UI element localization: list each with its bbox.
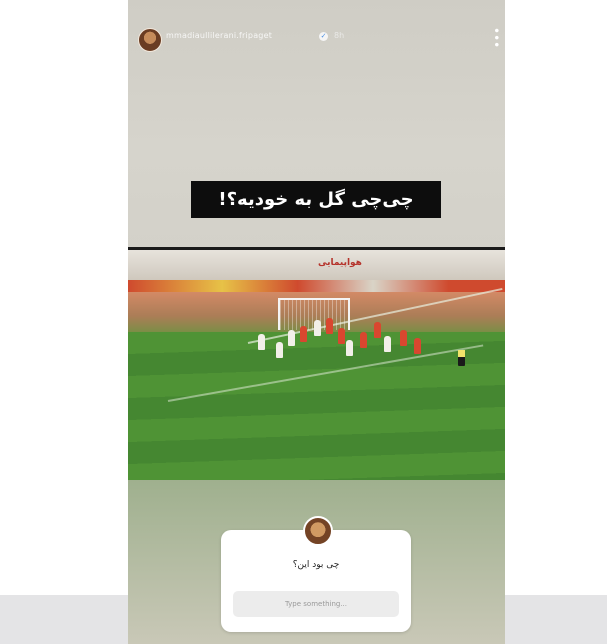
question-text: چی بود این؟ [292,560,340,570]
player [360,332,367,348]
referee [458,350,465,366]
stadium-banner-text: هواپیمایی [318,258,362,268]
story-timestamp: 8h [334,31,345,40]
player [338,328,345,344]
question-avatar [303,516,333,546]
story-header: mmadiaullilerani.fripaget ✓ 8h ••• [128,0,505,70]
player [384,336,391,352]
story-caption: چی‌چی گل به خودیه؟! [191,181,441,218]
player [276,342,283,358]
story-viewer[interactable]: mmadiaullilerani.fripaget ✓ 8h ••• چی‌چی… [128,0,505,644]
profile-avatar[interactable] [138,28,162,52]
player [346,340,353,356]
player [288,330,295,346]
advertising-boards [128,280,505,292]
more-options-icon[interactable]: ••• [488,27,503,48]
player [400,330,407,346]
answer-input[interactable]: Type something... [233,591,399,617]
verified-badge-icon: ✓ [319,32,328,41]
player [300,326,307,342]
player [326,318,333,334]
football-video[interactable]: هواپیمایی [128,247,505,483]
pitch [128,332,505,483]
username[interactable]: mmadiaullilerani.fripaget [166,31,272,40]
player [314,320,321,336]
player [258,334,265,350]
player [374,322,381,338]
player [414,338,421,354]
stadium-stands: هواپیمایی [128,250,505,280]
